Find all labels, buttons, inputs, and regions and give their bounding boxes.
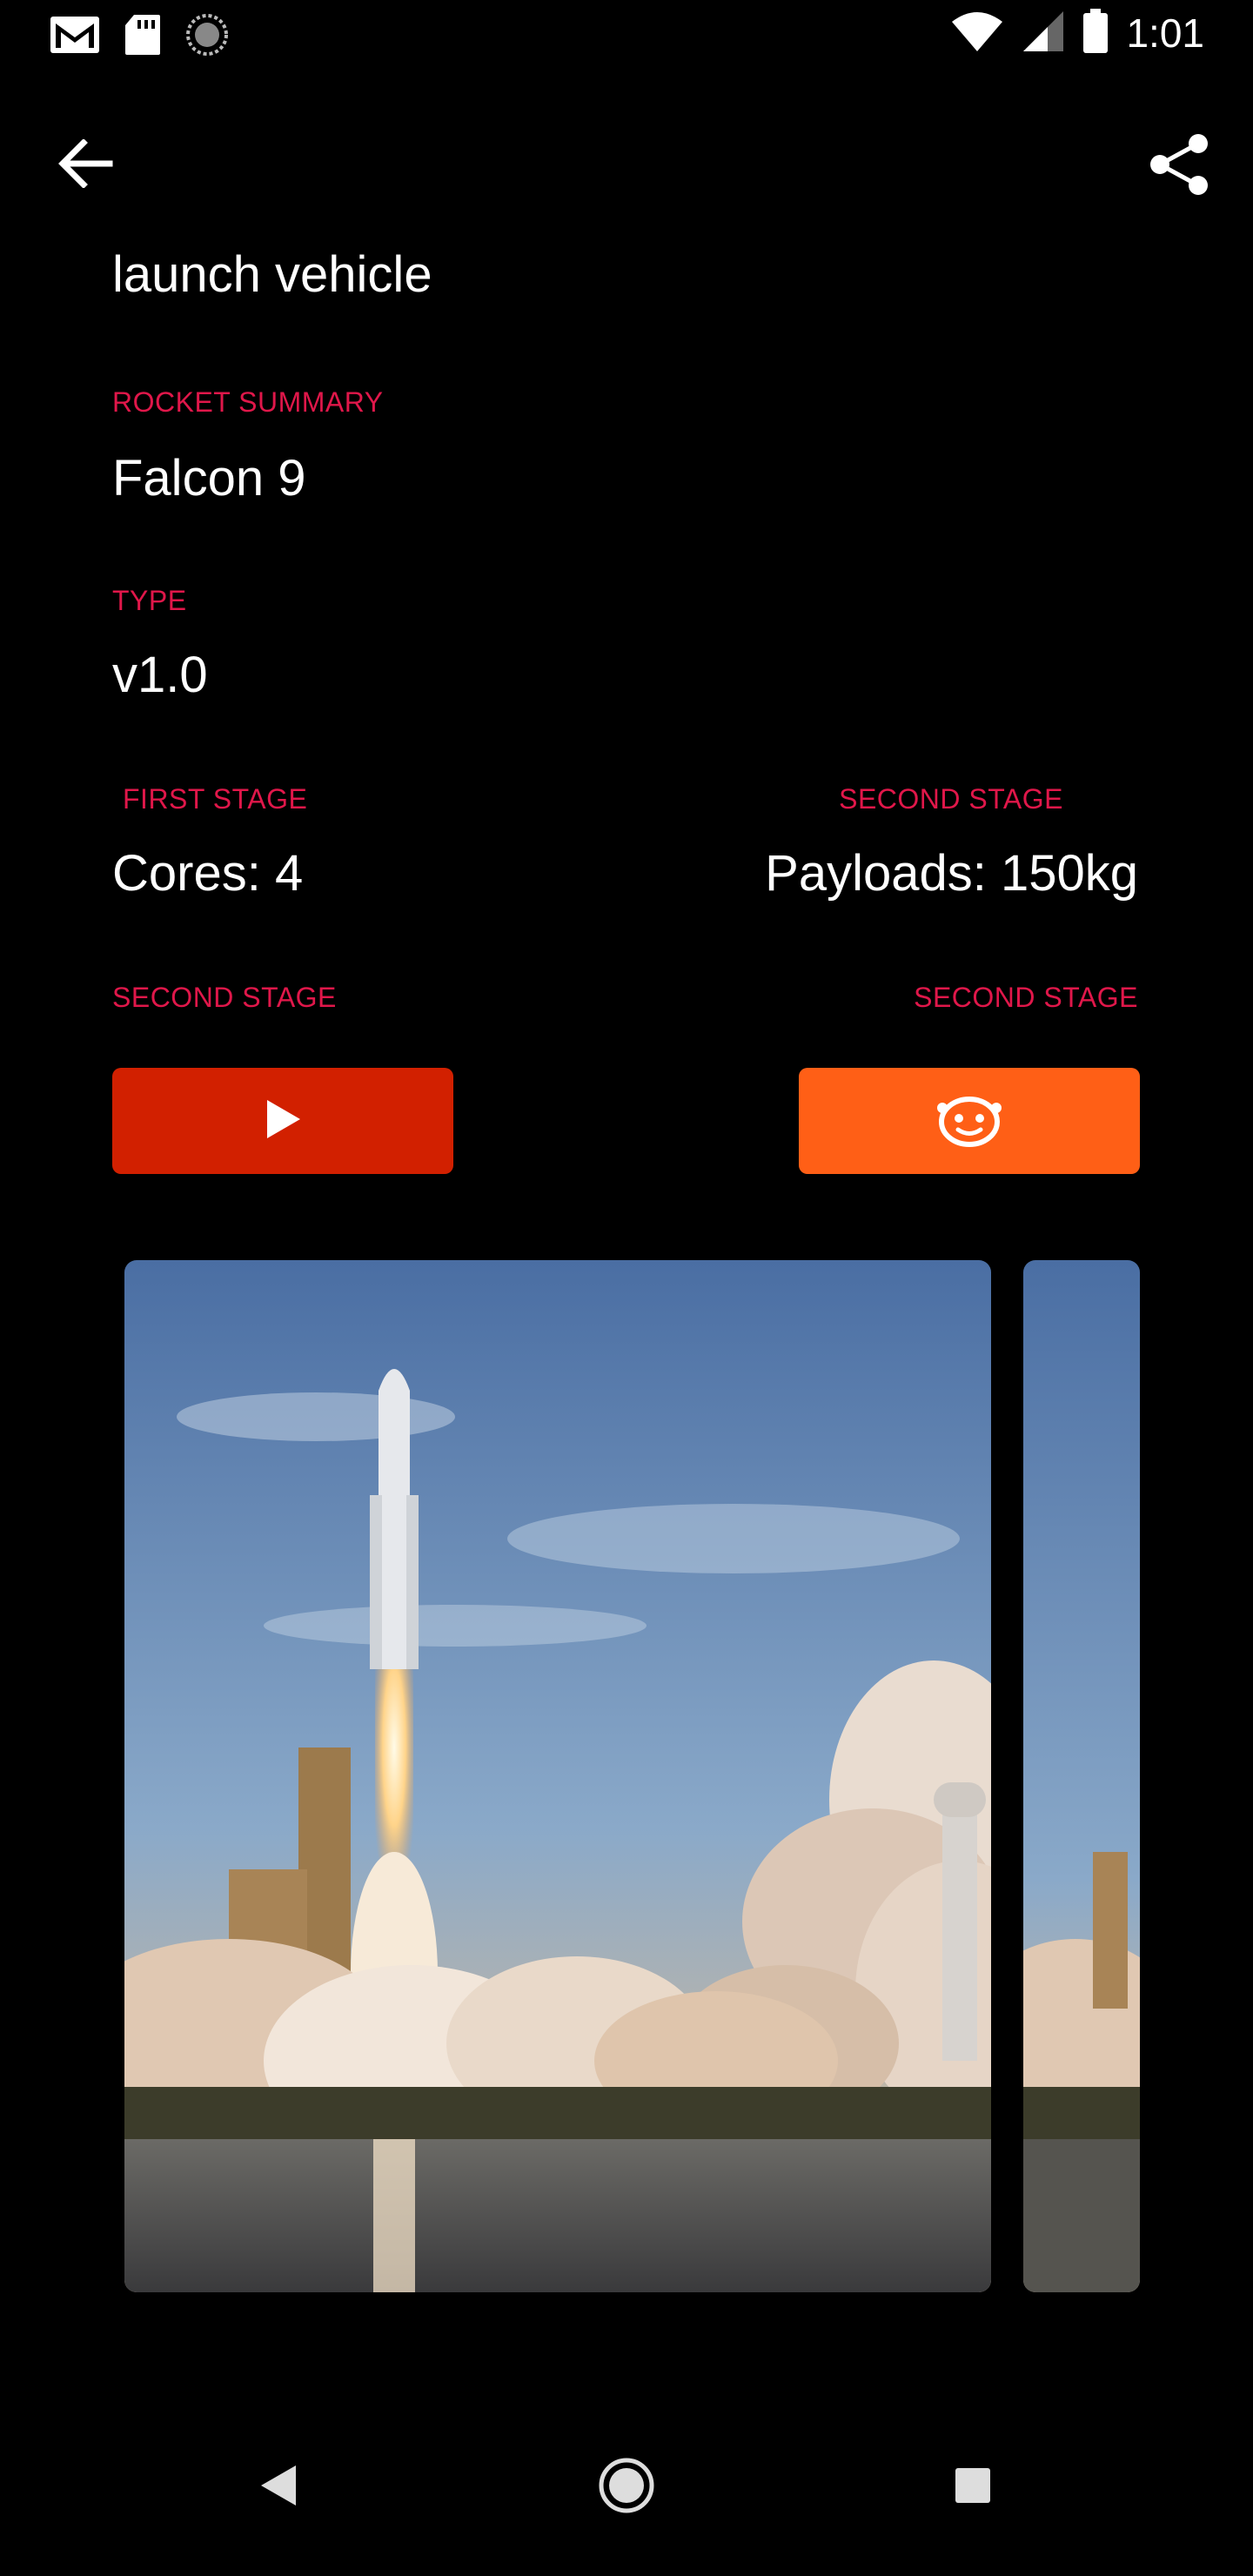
nav-recents-button[interactable]: [929, 2444, 1016, 2531]
nav-home-icon: [598, 2457, 655, 2518]
description-text: launch vehicle: [112, 246, 432, 303]
rocket-name: Falcon 9: [112, 450, 306, 506]
second-stage-label: SECOND STAGE: [839, 783, 1063, 815]
video-link-label: SECOND STAGE: [112, 982, 337, 1013]
second-stage-value: Payloads: 150kg: [765, 845, 1138, 902]
nav-recents-icon: [954, 2466, 992, 2508]
rocket-launch-photo-2[interactable]: [1023, 1260, 1140, 2292]
sync-icon: [184, 12, 230, 61]
rocket-launch-photo[interactable]: [124, 1260, 991, 2292]
video-button[interactable]: [112, 1068, 453, 1174]
first-stage-value: Cores: 4: [112, 845, 304, 902]
status-right-icons: 1:01: [950, 9, 1204, 57]
share-button[interactable]: [1140, 127, 1218, 205]
status-time: 1:01: [1126, 10, 1204, 56]
app-bar: [0, 108, 1253, 212]
reddit-icon: [935, 1089, 1004, 1153]
gmail-icon: [49, 13, 101, 60]
system-nav-bar: [0, 2398, 1253, 2576]
type-label: TYPE: [112, 585, 187, 616]
wifi-icon: [950, 10, 1004, 57]
rocket-details: launch vehicle ROCKET SUMMARY Falcon 9 T…: [0, 212, 1253, 2398]
nav-home-button[interactable]: [583, 2444, 670, 2531]
status-left-icons: [49, 12, 230, 61]
play-icon: [264, 1098, 302, 1144]
battery-icon: [1082, 9, 1109, 57]
rocket-summary-label: ROCKET SUMMARY: [112, 386, 384, 418]
first-stage-label: FIRST STAGE: [123, 783, 308, 815]
reddit-link-label: SECOND STAGE: [914, 982, 1138, 1013]
arrow-left-icon: [57, 138, 113, 191]
status-bar: 1:01: [0, 0, 1253, 73]
reddit-button[interactable]: [799, 1068, 1140, 1174]
nav-back-button[interactable]: [235, 2444, 322, 2531]
share-icon: [1148, 131, 1210, 201]
screen: 1:01 launch vehicle ROCKET SUMMARY Falco…: [0, 0, 1253, 2576]
sd-card-icon: [124, 13, 162, 60]
back-button[interactable]: [50, 131, 120, 200]
type-value: v1.0: [112, 647, 208, 703]
nav-back-icon: [259, 2464, 298, 2511]
signal-icon: [1022, 10, 1065, 57]
